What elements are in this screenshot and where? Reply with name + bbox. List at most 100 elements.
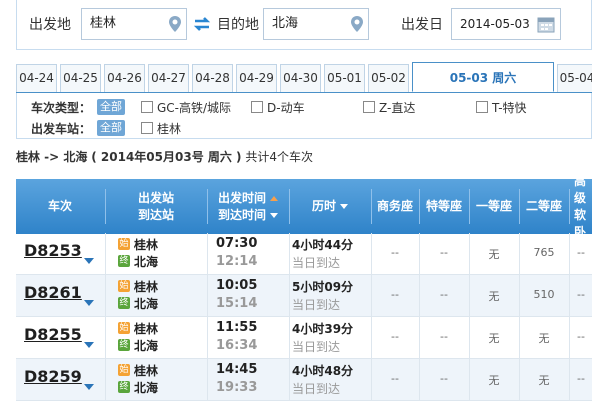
seat-business: -- [391, 372, 399, 385]
checkbox-d[interactable] [251, 101, 263, 113]
expand-arrow-icon[interactable] [84, 300, 94, 306]
from-station: 桂林 [134, 280, 159, 294]
date-tab[interactable]: 05-01 [324, 64, 365, 92]
col-time[interactable]: 出发时间 到达时间 [208, 179, 288, 234]
seat-first: 无 [488, 290, 500, 303]
station-all-button[interactable]: 全部 [97, 120, 125, 136]
end-station-icon: 终 [118, 339, 130, 351]
divider [207, 275, 208, 316]
start-station-icon: 始 [118, 280, 130, 292]
col-station[interactable]: 出发站 到达站 [106, 179, 206, 234]
summary-route: 桂林 -> 北海 [16, 150, 88, 164]
duration: 5小时09分 [292, 280, 354, 294]
swap-icon[interactable] [192, 14, 212, 34]
to-station: 北海 [134, 255, 159, 269]
date-tab[interactable]: 04-29 [236, 64, 277, 92]
divider [289, 233, 290, 274]
station-guilin-label: 桂林 [157, 122, 182, 136]
col-second: 二等座 [520, 179, 568, 234]
to-label: 目的地 [217, 17, 259, 33]
train-type-all-button[interactable]: 全部 [97, 99, 125, 115]
date-tab[interactable]: 04-25 [60, 64, 101, 92]
date-input[interactable]: 2014-05-03 [451, 8, 561, 40]
seat-business: -- [391, 288, 399, 301]
arrive-time: 19:33 [216, 380, 258, 395]
filter-panel: 车次类型： 全部 GC-高铁/城际 D-动车 Z-直达 T-特快 出发车站： 全… [16, 93, 592, 139]
checkbox-station[interactable] [141, 122, 153, 134]
to-station: 北海 [134, 381, 159, 395]
col-train-label: 车次 [47, 199, 72, 213]
sort-desc-icon[interactable] [340, 204, 348, 209]
arrive-day: 当日到达 [292, 256, 341, 270]
col-soft-sleeper: 高级 软卧 [570, 174, 592, 239]
to-value: 北海 [272, 16, 299, 31]
date-tab[interactable]: 05-04 [557, 64, 592, 92]
search-bar: 出发地 桂林 目的地 北海 出发日 2014-05-03 [16, 0, 592, 50]
station-label: 出发车站： [31, 122, 92, 136]
seat-soft-sleeper: -- [577, 246, 585, 259]
sort-asc-icon[interactable] [270, 195, 278, 201]
expand-arrow-icon[interactable] [84, 342, 94, 348]
end-station-icon: 终 [118, 255, 130, 267]
depart-time: 11:55 [216, 320, 258, 335]
col-premium-label: 特等座 [425, 199, 462, 213]
arrive-time: 15:14 [216, 296, 258, 311]
date-label: 出发日 [401, 17, 443, 33]
divider [105, 233, 106, 274]
arrive-day: 当日到达 [292, 340, 341, 354]
start-station-icon: 始 [118, 238, 130, 250]
date-tab[interactable]: 04-27 [148, 64, 189, 92]
seat-premium: -- [440, 372, 448, 385]
checkbox-t[interactable] [476, 101, 488, 113]
divider [207, 233, 208, 274]
train-type-label: 车次类型： [31, 101, 92, 115]
col-train[interactable]: 车次 [16, 179, 104, 234]
col-station-bottom: 到达站 [137, 207, 174, 222]
date-tabs: 04-24 04-25 04-26 04-27 04-28 04-29 04-3… [16, 62, 592, 93]
expand-arrow-icon[interactable] [84, 258, 94, 264]
col-first: 一等座 [470, 179, 518, 234]
from-station: 桂林 [134, 238, 159, 252]
end-station-icon: 终 [118, 297, 130, 309]
divider [289, 317, 290, 358]
summary-count: 共计4个车次 [245, 150, 314, 164]
type-d-label: D-动车 [267, 101, 305, 115]
sort-desc-icon[interactable] [270, 212, 278, 218]
date-tab[interactable]: 04-28 [192, 64, 233, 92]
table-row[interactable]: D8255 始 桂林 终 北海 11:55 16:34 4小时39分 当日到达 … [16, 317, 592, 359]
seat-second: 无 [538, 374, 550, 387]
date-tab[interactable]: 04-26 [104, 64, 145, 92]
checkbox-z[interactable] [363, 101, 375, 113]
from-value: 桂林 [90, 16, 117, 31]
expand-arrow-icon[interactable] [84, 384, 94, 390]
col-station-top: 出发站 [137, 190, 174, 205]
table-row[interactable]: D8261 始 桂林 终 北海 10:05 15:14 5小时09分 当日到达 … [16, 275, 592, 317]
duration: 4小时48分 [292, 364, 354, 378]
location-pin-icon[interactable] [168, 15, 182, 33]
date-tab[interactable]: 05-02 [368, 64, 409, 92]
seat-second: 765 [533, 246, 555, 259]
table-row[interactable]: D8259 始 桂林 终 北海 14:45 19:33 4小时48分 当日到达 … [16, 359, 592, 401]
from-input[interactable]: 桂林 [81, 8, 187, 40]
col-duration[interactable]: 历时 [290, 179, 370, 234]
date-tab-active[interactable]: 05-03 周六 [412, 62, 554, 92]
divider [105, 359, 106, 400]
divider [105, 317, 106, 358]
date-tab[interactable]: 04-24 [16, 64, 57, 92]
location-pin-icon[interactable] [350, 15, 364, 33]
divider [207, 359, 208, 400]
checkbox-gc[interactable] [141, 101, 153, 113]
seat-soft-sleeper: -- [577, 372, 585, 385]
table-row[interactable]: D8253 始 桂林 终 北海 07:30 12:14 4小时44分 当日到达 … [16, 233, 592, 275]
seat-first: 无 [488, 248, 500, 261]
seat-business: -- [391, 330, 399, 343]
calendar-icon[interactable] [536, 14, 556, 34]
type-t-label: T-特快 [492, 101, 527, 115]
arrive-time: 16:34 [216, 338, 258, 353]
date-tab[interactable]: 04-30 [280, 64, 321, 92]
to-input[interactable]: 北海 [263, 8, 369, 40]
train-number-link[interactable]: D8259 [24, 367, 82, 408]
depart-time: 10:05 [216, 278, 258, 293]
seat-second: 无 [538, 332, 550, 345]
arrive-time: 12:14 [216, 254, 258, 269]
